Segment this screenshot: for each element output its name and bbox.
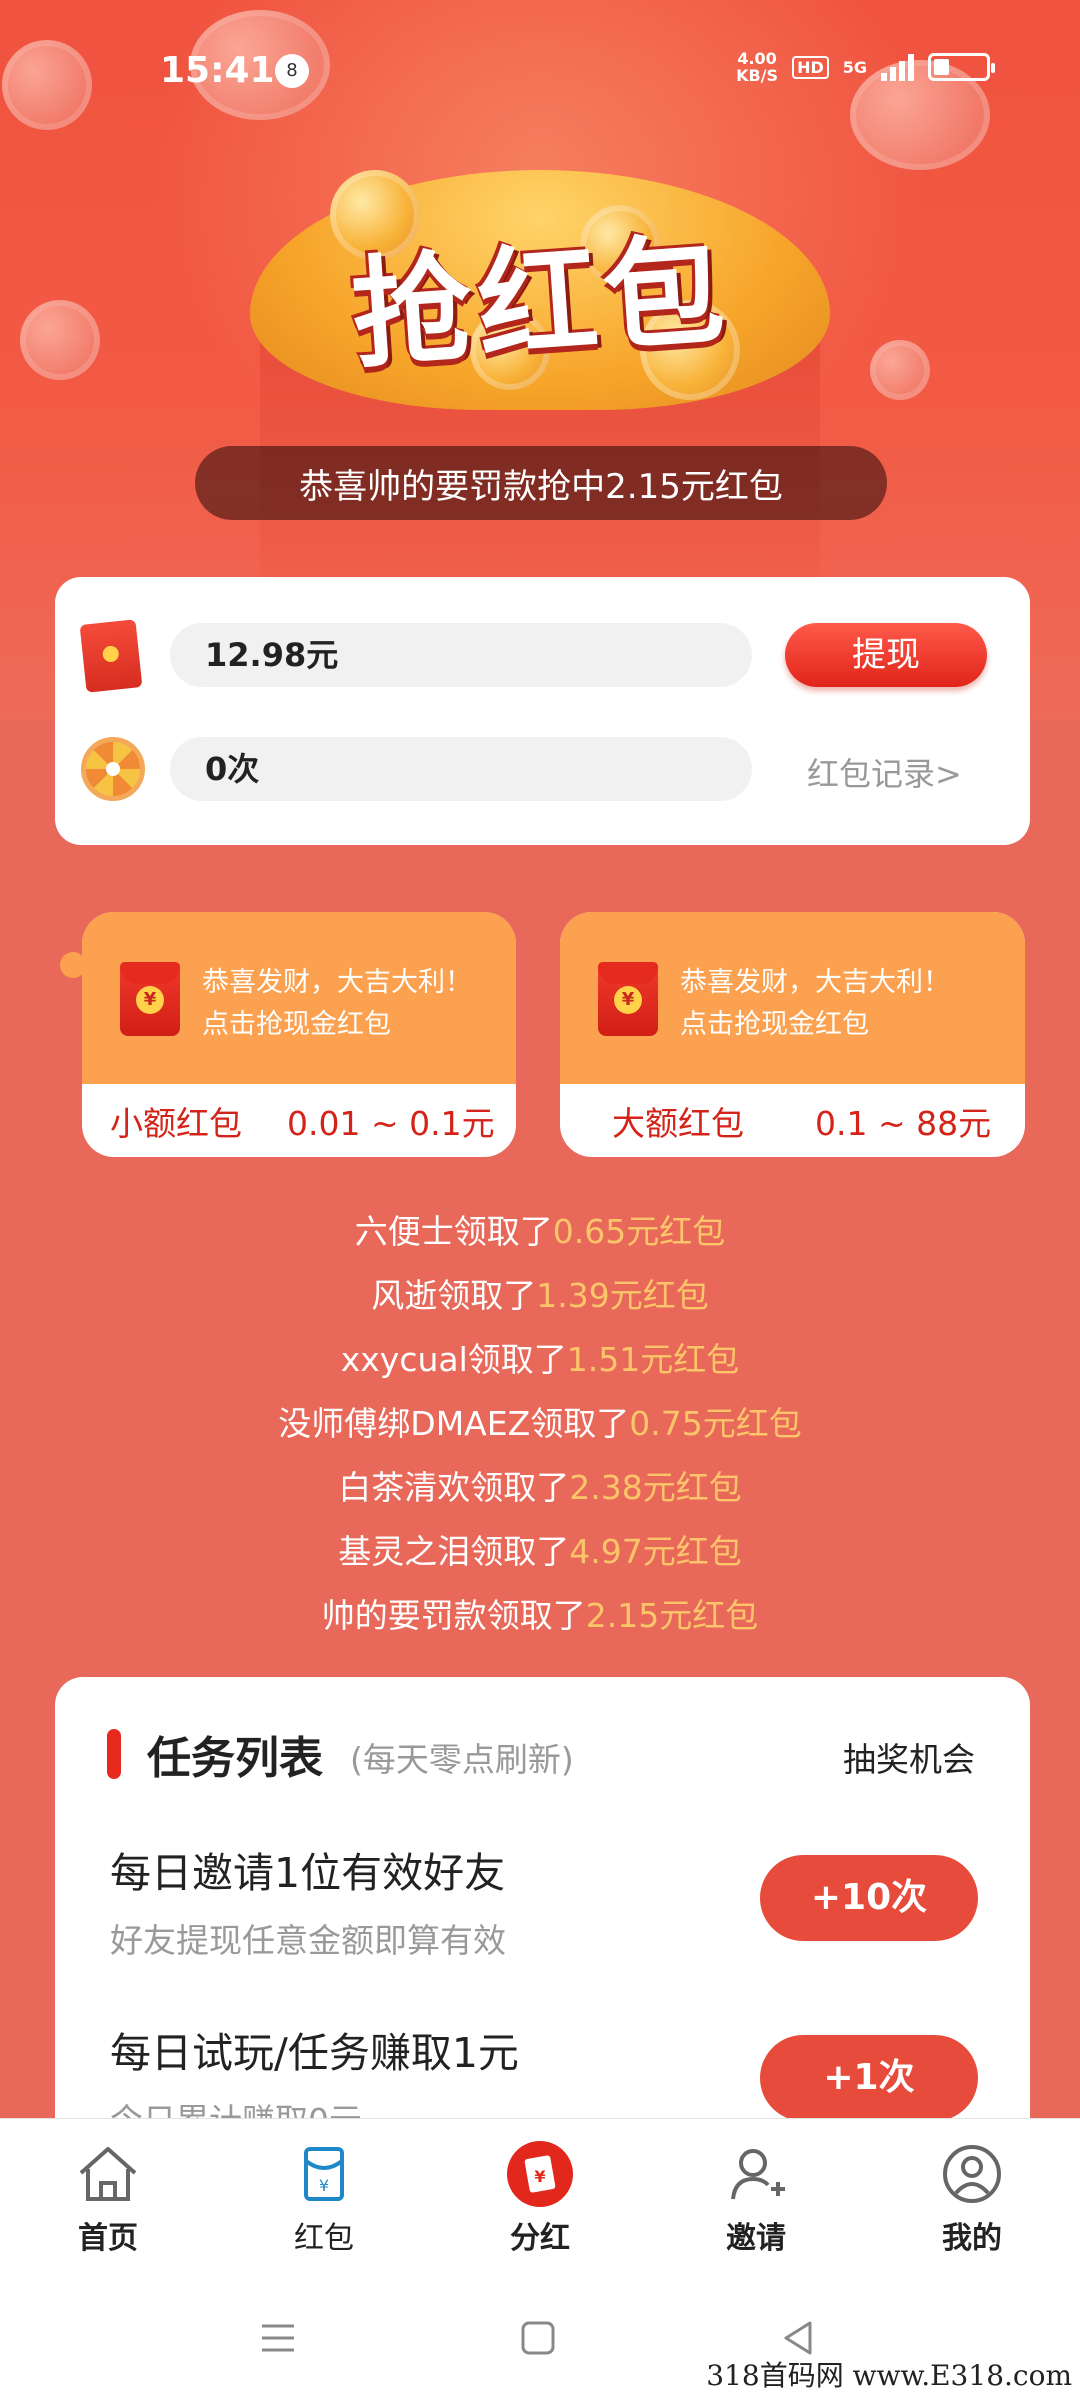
watermark: 318首码网 www.E318.com — [706, 2359, 1072, 2392]
notice-text: 恭喜帅的要罚款抢中2.15元红包 — [299, 467, 783, 507]
list-item: 六便士领取了0.65元红包 — [354, 1212, 726, 1251]
nav-dividend[interactable]: ¥ 分红 — [470, 2139, 610, 2257]
invite-icon — [731, 2149, 785, 2200]
nav-red-packet[interactable]: ¥ 红包 — [254, 2139, 394, 2257]
task-title: 每日试玩/任务赚取1元 — [110, 2029, 519, 2077]
red-packet-cta: 点击抢现金红包 — [202, 1009, 391, 1040]
nav-label: 我的 — [942, 2221, 1002, 2256]
nav-home[interactable]: 首页 — [38, 2139, 178, 2257]
home-square-icon[interactable] — [518, 2318, 558, 2358]
task-title: 每日邀请1位有效好友 — [110, 1849, 506, 1897]
red-envelope-icon: ¥ — [120, 962, 180, 1036]
status-indicators: 4.00 KB/S HD 5G — [736, 49, 995, 85]
task-desc: 好友提现任意金额即算有效 — [110, 1921, 506, 1960]
list-item: 白茶清欢领取了2.38元红包 — [338, 1468, 742, 1507]
list-item: 没师傅绑DMAEZ领取了0.75元红包 — [278, 1404, 802, 1443]
task-list-subtitle: (每天零点刷新) — [350, 1740, 574, 1779]
status-time: 15:41 — [160, 50, 275, 91]
list-item: xxycual领取了1.51元红包 — [340, 1340, 740, 1379]
notification-badge: 8 — [275, 54, 309, 88]
red-packet-greeting: 恭喜发财，大吉大利！ — [202, 967, 472, 998]
section-accent-bar — [107, 1729, 121, 1779]
nav-label: 分红 — [510, 2221, 570, 2256]
home-icon — [79, 2147, 137, 2201]
hd-icon: HD — [792, 55, 829, 79]
wallet-card: 12.98元 提现 0次 红包记录> — [55, 577, 1030, 845]
list-item: 帅的要罚款领取了2.15元红包 — [321, 1596, 759, 1635]
red-packet-card-header: ¥ 恭喜发财，大吉大利！ 点击抢现金红包 — [82, 912, 516, 1084]
signal-icon — [881, 53, 914, 81]
red-packet-name: 小额红包 — [110, 1104, 242, 1143]
red-envelope-icon — [79, 619, 143, 693]
red-packet-greeting: 恭喜发财，大吉大利！ — [680, 967, 950, 998]
large-red-packet-card[interactable]: ¥ 恭喜发财，大吉大利！ 点击抢现金红包 大额红包 0.1 ~ 88元 — [560, 912, 1025, 1157]
task-list-title: 任务列表 — [147, 1733, 323, 1784]
battery-icon — [928, 53, 995, 81]
net-speed: 4.00 KB/S — [736, 49, 779, 85]
spins-field: 0次 — [170, 737, 752, 801]
nav-invite[interactable]: 邀请 — [686, 2139, 826, 2257]
red-packet-range: 0.1 ~ 88元 — [815, 1104, 992, 1143]
small-red-packet-card[interactable]: ¥ 恭喜发财，大吉大利！ 点击抢现金红包 小额红包 0.01 ~ 0.1元 — [82, 912, 516, 1157]
withdraw-button[interactable]: 提现 — [785, 623, 987, 687]
red-packet-name: 大额红包 — [612, 1104, 744, 1143]
red-envelope-icon: ¥ — [598, 962, 658, 1036]
svg-text:¥: ¥ — [319, 2176, 329, 2195]
lottery-wheel-icon — [81, 737, 145, 801]
task-reward-button[interactable]: +10次 — [760, 1855, 978, 1941]
battery-level — [934, 59, 949, 75]
red-envelope-icon: ¥ — [304, 2147, 344, 2201]
lottery-chances-label: 抽奖机会 — [843, 1740, 975, 1779]
nav-profile[interactable]: 我的 — [902, 2139, 1042, 2257]
red-packet-cta: 点击抢现金红包 — [680, 1009, 869, 1040]
status-bar: 15:41 8 4.00 KB/S HD 5G — [0, 40, 1080, 100]
nav-label: 首页 — [78, 2221, 138, 2256]
menu-icon[interactable] — [258, 2318, 298, 2358]
list-item: 基灵之泪领取了4.97元红包 — [338, 1532, 742, 1571]
svg-text:¥: ¥ — [534, 2167, 545, 2186]
dividend-icon: ¥ — [507, 2141, 573, 2207]
red-packet-record-link[interactable]: 红包记录> — [807, 749, 962, 795]
balance-field: 12.98元 — [170, 623, 752, 687]
list-item: 风逝领取了1.39元红包 — [371, 1276, 709, 1315]
winners-list: 六便士领取了0.65元红包 风逝领取了1.39元红包 xxycual领取了1.5… — [0, 1200, 1080, 1648]
profile-icon — [943, 2145, 1001, 2203]
network-type: 5G — [842, 57, 867, 77]
red-packet-card-header: ¥ 恭喜发财，大吉大利！ 点击抢现金红包 — [560, 912, 1025, 1084]
system-navigation: 318首码网 www.E318.com — [0, 2278, 1080, 2400]
task-reward-button[interactable]: +1次 — [760, 2035, 978, 2121]
bottom-navigation: 首页 ¥ 红包 ¥ 分红 邀请 我的 — [0, 2118, 1080, 2278]
back-icon[interactable] — [778, 2318, 818, 2358]
nav-label: 邀请 — [726, 2221, 786, 2256]
red-packet-range: 0.01 ~ 0.1元 — [287, 1104, 495, 1143]
nav-label: 红包 — [294, 2221, 354, 2256]
winner-notice: 恭喜帅的要罚款抢中2.15元红包 — [195, 446, 887, 520]
